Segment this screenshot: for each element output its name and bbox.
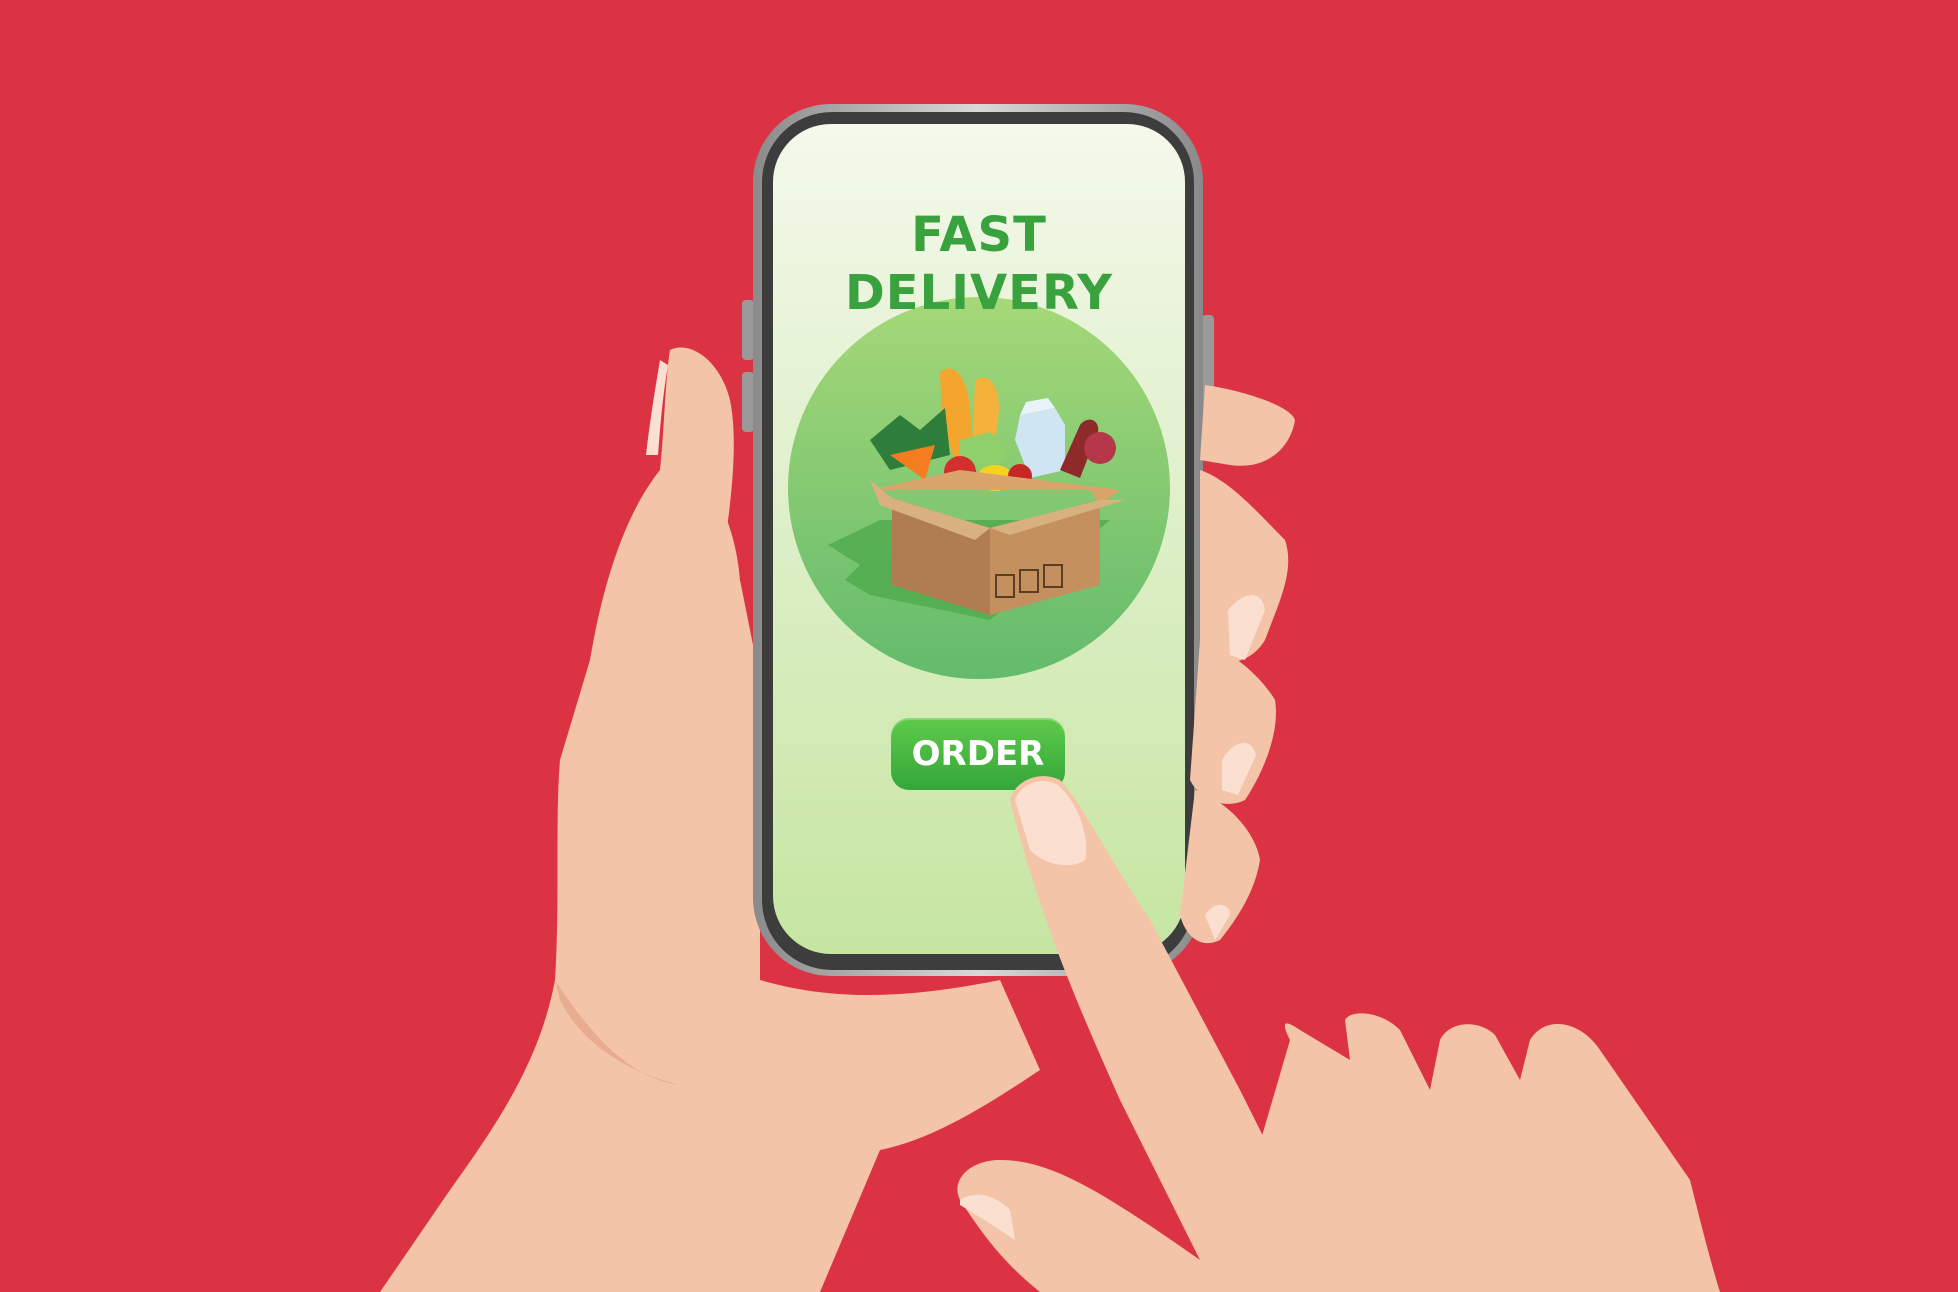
app-title: FAST DELIVERY	[844, 207, 1114, 321]
delivery-app-screen: FAST DELIVERY ORDER	[773, 124, 1185, 954]
volume-down-key	[742, 372, 754, 432]
power-key	[1202, 315, 1214, 430]
volume-up-key	[742, 300, 754, 360]
order-button[interactable]: ORDER	[891, 718, 1065, 790]
